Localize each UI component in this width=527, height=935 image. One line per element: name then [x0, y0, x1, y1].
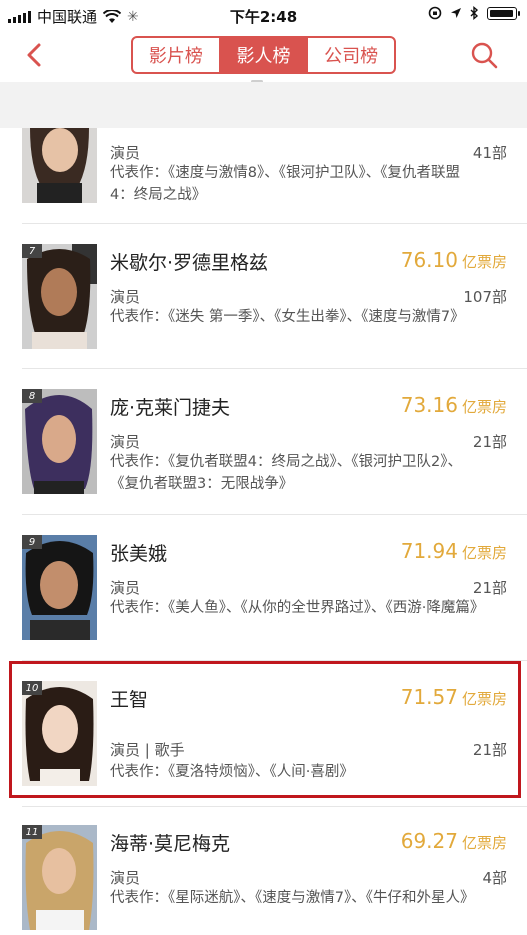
rank-badge: 10	[22, 681, 42, 695]
nav-bar: 影片榜 影人榜 公司榜	[0, 30, 527, 82]
battery-icon	[487, 6, 520, 20]
rank-badge: 7	[22, 244, 42, 258]
box-office: 71.57 亿票房	[401, 685, 507, 709]
tab-movies[interactable]: 影片榜	[133, 38, 221, 72]
actor-photo: 7	[22, 244, 97, 349]
representative-works: 代表作：《星际迷航》、《速度与激情7》、《牛仔和外星人》	[110, 890, 475, 906]
status-right	[428, 6, 520, 20]
actor-photo: 9	[22, 535, 97, 640]
list-item[interactable]: 8 庞·克莱门捷夫 73.16 亿票房 演员 21部 代表作：《复仇者联盟4：终局…	[0, 369, 527, 515]
box-office: 69.27 亿票房	[401, 829, 507, 853]
representative-works: 代表作：《速度与激情8》、《银河护卫队》、《复仇者联盟4：终局之战》	[110, 165, 460, 203]
back-icon[interactable]	[20, 40, 50, 70]
film-count: 41部	[472, 144, 507, 162]
representative-works: 代表作：《复仇者联盟4：终局之战》、《银河护卫队2》、《复仇者联盟3：无限战争》	[110, 454, 462, 492]
box-office-value: 73.16	[400, 393, 458, 417]
ranking-tabs: 影片榜 影人榜 公司榜	[131, 36, 396, 74]
actor-photo: 8	[22, 389, 97, 494]
box-office-value: 71.57	[400, 685, 458, 709]
actor-role: 演员	[110, 433, 141, 451]
actor-role: 演员	[110, 579, 141, 597]
actor-name: 米歇尔·罗德里格兹	[110, 252, 269, 274]
film-count: 21部	[472, 433, 507, 451]
box-office-value: 69.27	[400, 829, 458, 853]
actor-name: 庞·克莱门捷夫	[110, 397, 231, 419]
actor-role: 演员	[110, 288, 141, 306]
list-item[interactable]: 10 王智 71.57 亿票房 演员 | 歌手 21部 代表作：《夏洛特烦恼》、《…	[0, 661, 527, 807]
actor-photo: 10	[22, 681, 97, 786]
actor-name: 张美娥	[110, 543, 168, 565]
actor-photo: 11	[22, 825, 97, 930]
tab-people[interactable]: 影人榜	[220, 38, 309, 72]
box-office-unit: 亿票房	[461, 544, 507, 562]
box-office-value: 76.10	[400, 248, 458, 272]
film-count: 4部	[482, 869, 507, 887]
rank-badge: 11	[22, 825, 42, 839]
film-count: 107部	[463, 288, 507, 306]
representative-works: 代表作：《美人鱼》、《从你的全世界路过》、《西游·降魔篇》	[110, 600, 485, 616]
list-item[interactable]: 11 海蒂·莫尼梅克 69.27 亿票房 演员 4部 代表作：《星际迷航》、《速度…	[0, 807, 527, 935]
box-office-unit: 亿票房	[461, 398, 507, 416]
box-office-unit: 亿票房	[461, 834, 507, 852]
representative-works: 代表作：《迷失 第一季》、《女生出拳》、《速度与激情7》	[110, 309, 465, 325]
actor-role: 演员	[110, 144, 141, 162]
box-office-unit: 亿票房	[461, 690, 507, 708]
list-item[interactable]: 7 米歇尔·罗德里格兹 76.10 亿票房 演员 107部 代表作：《迷失 第一季…	[0, 224, 527, 369]
representative-works: 代表作：《夏洛特烦恼》、《人间·喜剧》	[110, 764, 354, 780]
box-office-unit: 亿票房	[461, 253, 507, 271]
header-divider-band	[0, 82, 527, 128]
rank-badge: 8	[22, 389, 42, 403]
tab-companies[interactable]: 公司榜	[308, 38, 394, 72]
box-office-value: 71.94	[400, 539, 458, 563]
orientation-lock-icon	[428, 6, 442, 20]
box-office: 71.94 亿票房	[401, 539, 507, 563]
actor-name: 海蒂·莫尼梅克	[110, 833, 231, 855]
rank-badge: 9	[22, 535, 42, 549]
status-bar: 中国联通 ✳ 下午2:48	[0, 0, 527, 30]
film-count: 21部	[472, 741, 507, 759]
box-office: 73.16 亿票房	[401, 393, 507, 417]
actor-photo	[22, 128, 97, 203]
film-count: 21部	[472, 579, 507, 597]
actor-role: 演员 | 歌手	[110, 741, 185, 759]
list-item[interactable]: 演员 41部 代表作：《速度与激情8》、《银河护卫队》、《复仇者联盟4：终局之战…	[0, 128, 527, 224]
actor-name: 王智	[110, 689, 149, 711]
actor-role: 演员	[110, 869, 141, 887]
location-icon	[451, 8, 461, 18]
bluetooth-icon	[470, 6, 479, 20]
list-item[interactable]: 9 张美娥 71.94 亿票房 演员 21部 代表作：《美人鱼》、《从你的全世界路…	[0, 515, 527, 661]
search-icon[interactable]	[469, 40, 499, 70]
box-office: 76.10 亿票房	[401, 248, 507, 272]
